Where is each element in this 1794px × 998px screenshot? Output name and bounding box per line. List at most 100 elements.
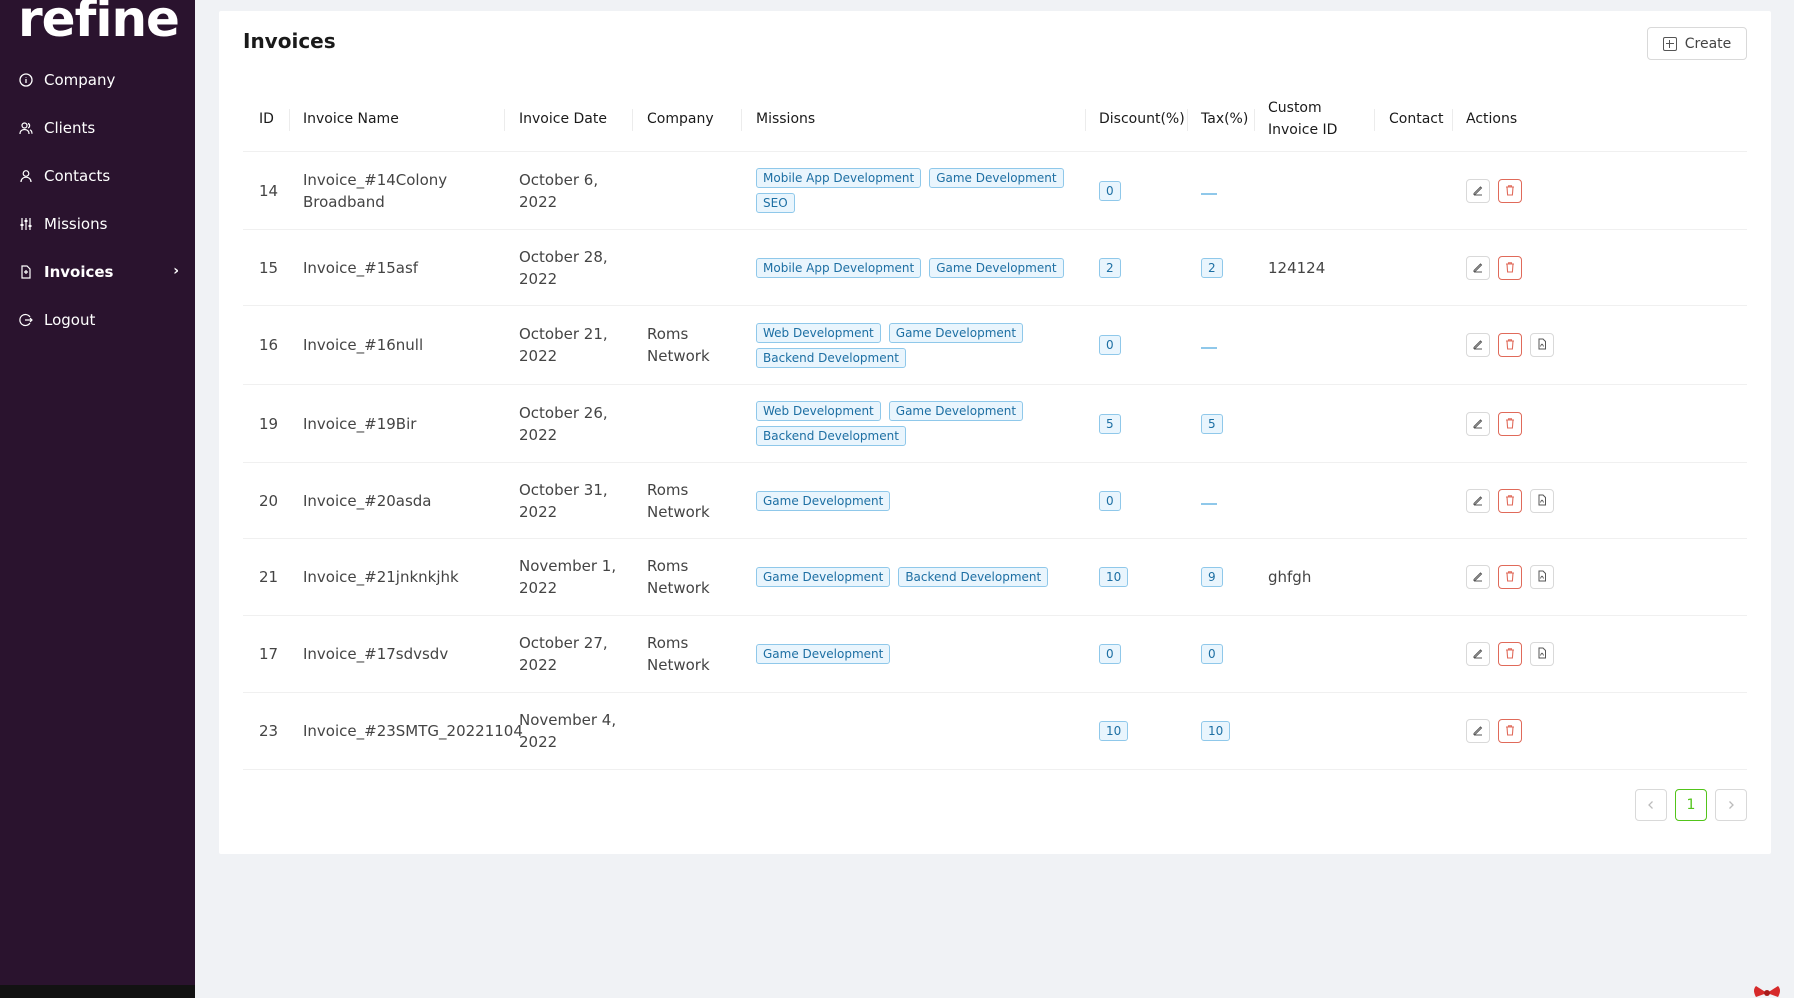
sidebar-item-label: Missions <box>44 215 108 233</box>
cell-missions: Game Development <box>756 616 1086 692</box>
chevron-right-icon: › <box>173 263 179 279</box>
cell-invoice-name: Invoice_#21jnknkjhk <box>303 568 459 586</box>
edit-icon <box>1472 257 1484 279</box>
cell-actions <box>1466 385 1522 462</box>
pdf-button[interactable] <box>1530 642 1554 666</box>
column-divider[interactable] <box>1254 109 1255 131</box>
cell-custom-invoice-id: 124124 <box>1268 258 1326 277</box>
delete-button[interactable] <box>1498 642 1522 666</box>
mission-tag: Web Development <box>756 322 881 343</box>
tax-tag: 10 <box>1201 721 1231 741</box>
cell-tax: 2 <box>1201 230 1223 305</box>
trash-icon <box>1504 180 1516 202</box>
file-icon <box>18 264 34 280</box>
delete-button[interactable] <box>1498 333 1522 357</box>
cell-actions <box>1466 693 1522 769</box>
app-logo[interactable]: refine <box>18 0 180 44</box>
sidebar-item-label: Invoices <box>44 263 114 281</box>
discount-tag: 0 <box>1099 490 1121 511</box>
user-icon <box>18 168 34 184</box>
delete-button[interactable] <box>1498 565 1522 589</box>
prev-page-button[interactable] <box>1635 789 1667 821</box>
sidebar-item-logout[interactable]: Logout <box>0 296 195 344</box>
sidebar-item-clients[interactable]: Clients <box>0 104 195 152</box>
edit-button[interactable] <box>1466 333 1490 357</box>
column-divider[interactable] <box>632 109 633 131</box>
cell-discount: 0 <box>1099 616 1121 692</box>
sidebar-item-company[interactable]: Company <box>0 56 195 104</box>
column-divider[interactable] <box>1085 109 1086 131</box>
sidebar-item-missions[interactable]: Missions <box>0 200 195 248</box>
column-divider[interactable] <box>741 109 742 131</box>
sidebar-item-contacts[interactable]: Contacts <box>0 152 195 200</box>
trash-icon <box>1504 334 1516 356</box>
delete-button[interactable] <box>1498 178 1522 203</box>
discount-tag: 0 <box>1099 644 1121 664</box>
column-divider[interactable] <box>504 109 505 131</box>
edit-button[interactable] <box>1466 178 1490 203</box>
tax-tag: 0 <box>1201 644 1223 664</box>
sidebar-item-invoices[interactable]: Invoices › <box>0 248 195 296</box>
discount-tag: 5 <box>1099 413 1121 434</box>
mission-tag: Game Development <box>929 168 1064 188</box>
edit-button[interactable] <box>1466 488 1490 513</box>
cell-tax <box>1201 306 1217 384</box>
edit-button[interactable] <box>1466 255 1490 280</box>
cell-custom-invoice-id: ghfgh <box>1268 568 1312 586</box>
column-header-id: ID <box>259 111 274 127</box>
pdf-button[interactable] <box>1530 488 1554 513</box>
cell-discount: 2 <box>1099 230 1121 305</box>
delete-button[interactable] <box>1498 411 1522 436</box>
sidebar-item-label: Contacts <box>44 167 111 185</box>
delete-button[interactable] <box>1498 255 1522 280</box>
edit-icon <box>1472 720 1484 742</box>
table-header: ID Invoice Name Invoice Date Company Mission… <box>243 86 1747 152</box>
edit-button[interactable] <box>1466 719 1490 743</box>
chevron-right-icon <box>1729 801 1734 809</box>
tax-tag: 2 <box>1201 257 1223 278</box>
cell-invoice-name: Invoice_#14Colony Broadband <box>303 170 448 211</box>
trash-icon <box>1504 566 1516 588</box>
edit-icon <box>1472 334 1484 356</box>
trash-icon <box>1504 413 1516 435</box>
mission-tag: Backend Development <box>756 347 906 368</box>
cell-discount: 0 <box>1099 152 1121 229</box>
cell-invoice-date: October 27, 2022 <box>519 634 608 674</box>
cell-actions <box>1466 306 1554 384</box>
column-divider[interactable] <box>1187 109 1188 131</box>
trash-icon <box>1504 490 1516 512</box>
delete-button[interactable] <box>1498 488 1522 513</box>
column-divider[interactable] <box>1452 109 1453 131</box>
next-page-button[interactable] <box>1715 789 1747 821</box>
cell-discount: 10 <box>1099 539 1129 615</box>
edit-button[interactable] <box>1466 565 1490 589</box>
empty-value-dash <box>1201 502 1217 505</box>
cell-invoice-date: October 28, 2022 <box>519 247 608 288</box>
column-header-custom-invoice-id: Custom Invoice ID <box>1268 100 1338 138</box>
pagination: 1 <box>1635 789 1747 821</box>
table-row: 20 Invoice_#20asda October 31, 2022 Roms Ne… <box>243 463 1747 539</box>
empty-value-dash <box>1201 192 1217 195</box>
mission-tag: Backend Development <box>756 426 906 446</box>
edit-button[interactable] <box>1466 642 1490 666</box>
cell-company: Roms Network <box>647 557 710 597</box>
pdf-button[interactable] <box>1530 333 1554 357</box>
edit-button[interactable] <box>1466 411 1490 436</box>
column-header-discount: Discount(%) <box>1099 111 1185 127</box>
cell-company <box>647 152 722 229</box>
page-button-current[interactable]: 1 <box>1675 789 1707 821</box>
tax-tag: 9 <box>1201 567 1223 587</box>
sidebar-item-label: Clients <box>44 119 96 137</box>
mission-tag: Mobile App Development <box>756 168 922 188</box>
cell-discount: 0 <box>1099 306 1121 384</box>
table-row: 16 Invoice_#16null October 21, 2022 Roms Ne… <box>243 306 1747 385</box>
pdf-button[interactable] <box>1530 565 1554 589</box>
column-divider[interactable] <box>1374 109 1375 131</box>
delete-button[interactable] <box>1498 719 1522 743</box>
create-button[interactable]: Create <box>1647 27 1747 60</box>
cell-missions: Web Development Game Development Backend D… <box>756 385 1086 462</box>
cell-missions: Mobile App Development Game Development <box>756 230 1086 305</box>
cell-invoice-date: October 31, 2022 <box>519 480 608 521</box>
column-divider[interactable] <box>289 109 290 131</box>
column-header-invoice-date: Invoice Date <box>519 111 607 127</box>
